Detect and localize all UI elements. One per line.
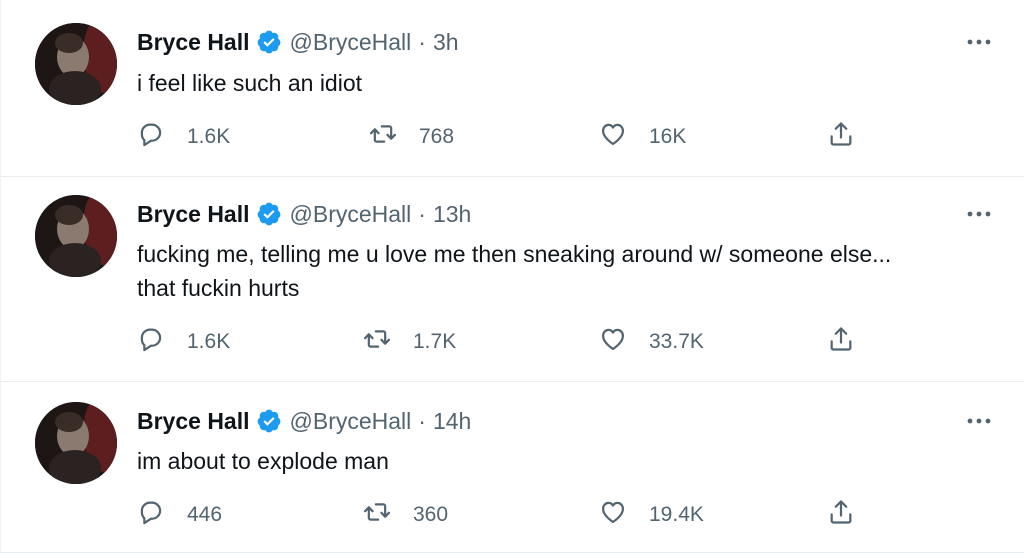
- like-button[interactable]: 16K: [599, 120, 686, 154]
- retweet-icon: [363, 498, 391, 532]
- retweet-count: 1.7K: [413, 330, 457, 353]
- reply-button[interactable]: 446: [137, 498, 222, 532]
- handle[interactable]: @BryceHall: [290, 201, 412, 228]
- like-count: 33.7K: [649, 330, 704, 353]
- more-horizontal-icon[interactable]: [964, 29, 994, 55]
- like-count: 19.4K: [649, 503, 704, 526]
- share-icon: [827, 498, 855, 532]
- like-count: 16K: [649, 125, 687, 148]
- retweet-icon: [369, 120, 397, 154]
- verified-badge-icon: [256, 201, 282, 227]
- avatar[interactable]: [35, 23, 117, 105]
- avatar[interactable]: [35, 195, 117, 277]
- tweet-text-line: i feel like such an idiot: [137, 70, 363, 96]
- timestamp[interactable]: 14h: [433, 408, 471, 435]
- tweet-header: Bryce Hall @BryceHall · 14h: [137, 404, 994, 438]
- heart-icon: [599, 498, 627, 532]
- retweet-count: 360: [413, 503, 449, 526]
- timestamp[interactable]: 3h: [433, 29, 459, 56]
- tweet-text: i feel like such an idiot: [137, 66, 996, 100]
- like-button[interactable]: 19.4K: [599, 498, 704, 532]
- like-button[interactable]: 33.7K: [599, 325, 704, 359]
- tweet-text-line: im about to explode man: [137, 448, 389, 474]
- handle[interactable]: @BryceHall: [290, 408, 412, 435]
- separator: ·: [418, 28, 426, 55]
- tweet-header: Bryce Hall @BryceHall · 13h: [137, 197, 994, 231]
- reply-icon: [137, 120, 165, 154]
- reply-icon: [137, 325, 165, 359]
- tweet-header: Bryce Hall @BryceHall · 3h: [137, 25, 994, 59]
- tweet-feed: Bryce Hall @BryceHall · 3h i feel like s…: [0, 0, 1024, 553]
- reply-button[interactable]: 1.6K: [137, 325, 230, 359]
- share-button[interactable]: [827, 120, 855, 154]
- share-icon: [827, 120, 855, 154]
- share-icon: [827, 325, 855, 359]
- display-name[interactable]: Bryce Hall: [137, 201, 250, 228]
- separator: ·: [418, 407, 426, 434]
- retweet-button[interactable]: 768: [369, 120, 454, 154]
- tweet[interactable]: Bryce Hall @BryceHall · 14h im about to …: [1, 381, 1024, 553]
- display-name[interactable]: Bryce Hall: [137, 408, 250, 435]
- tweet-actions: 446 360 19.4K: [137, 498, 867, 532]
- heart-icon: [599, 325, 627, 359]
- retweet-icon: [363, 325, 391, 359]
- tweet-text-line: that fuckin hurts: [137, 275, 300, 301]
- avatar[interactable]: [35, 402, 117, 484]
- verified-badge-icon: [256, 29, 282, 55]
- tweet-text: im about to explode man: [137, 444, 996, 478]
- retweet-button[interactable]: 360: [363, 498, 448, 532]
- tweet-actions: 1.6K 768 16K: [137, 120, 867, 154]
- timestamp[interactable]: 13h: [433, 201, 471, 228]
- reply-count: 1.6K: [187, 125, 231, 148]
- verified-badge-icon: [256, 408, 282, 434]
- reply-count: 1.6K: [187, 330, 231, 353]
- separator: ·: [418, 200, 426, 227]
- reply-button[interactable]: 1.6K: [137, 120, 230, 154]
- reply-count: 446: [187, 503, 223, 526]
- tweet-text-line: fucking me, telling me u love me then sn…: [137, 241, 892, 267]
- tweet-text: fucking me, telling me u love me then sn…: [137, 237, 996, 305]
- share-button[interactable]: [827, 498, 855, 532]
- reply-icon: [137, 498, 165, 532]
- retweet-button[interactable]: 1.7K: [363, 325, 456, 359]
- retweet-count: 768: [419, 125, 455, 148]
- handle[interactable]: @BryceHall: [290, 29, 412, 56]
- more-horizontal-icon[interactable]: [964, 408, 994, 434]
- display-name[interactable]: Bryce Hall: [137, 29, 250, 56]
- more-horizontal-icon[interactable]: [964, 201, 994, 227]
- tweet[interactable]: Bryce Hall @BryceHall · 13h fucking me, …: [1, 176, 1024, 381]
- tweet-actions: 1.6K 1.7K 33.7K: [137, 325, 867, 359]
- tweet[interactable]: Bryce Hall @BryceHall · 3h i feel like s…: [1, 0, 1024, 176]
- heart-icon: [599, 120, 627, 154]
- share-button[interactable]: [827, 325, 855, 359]
